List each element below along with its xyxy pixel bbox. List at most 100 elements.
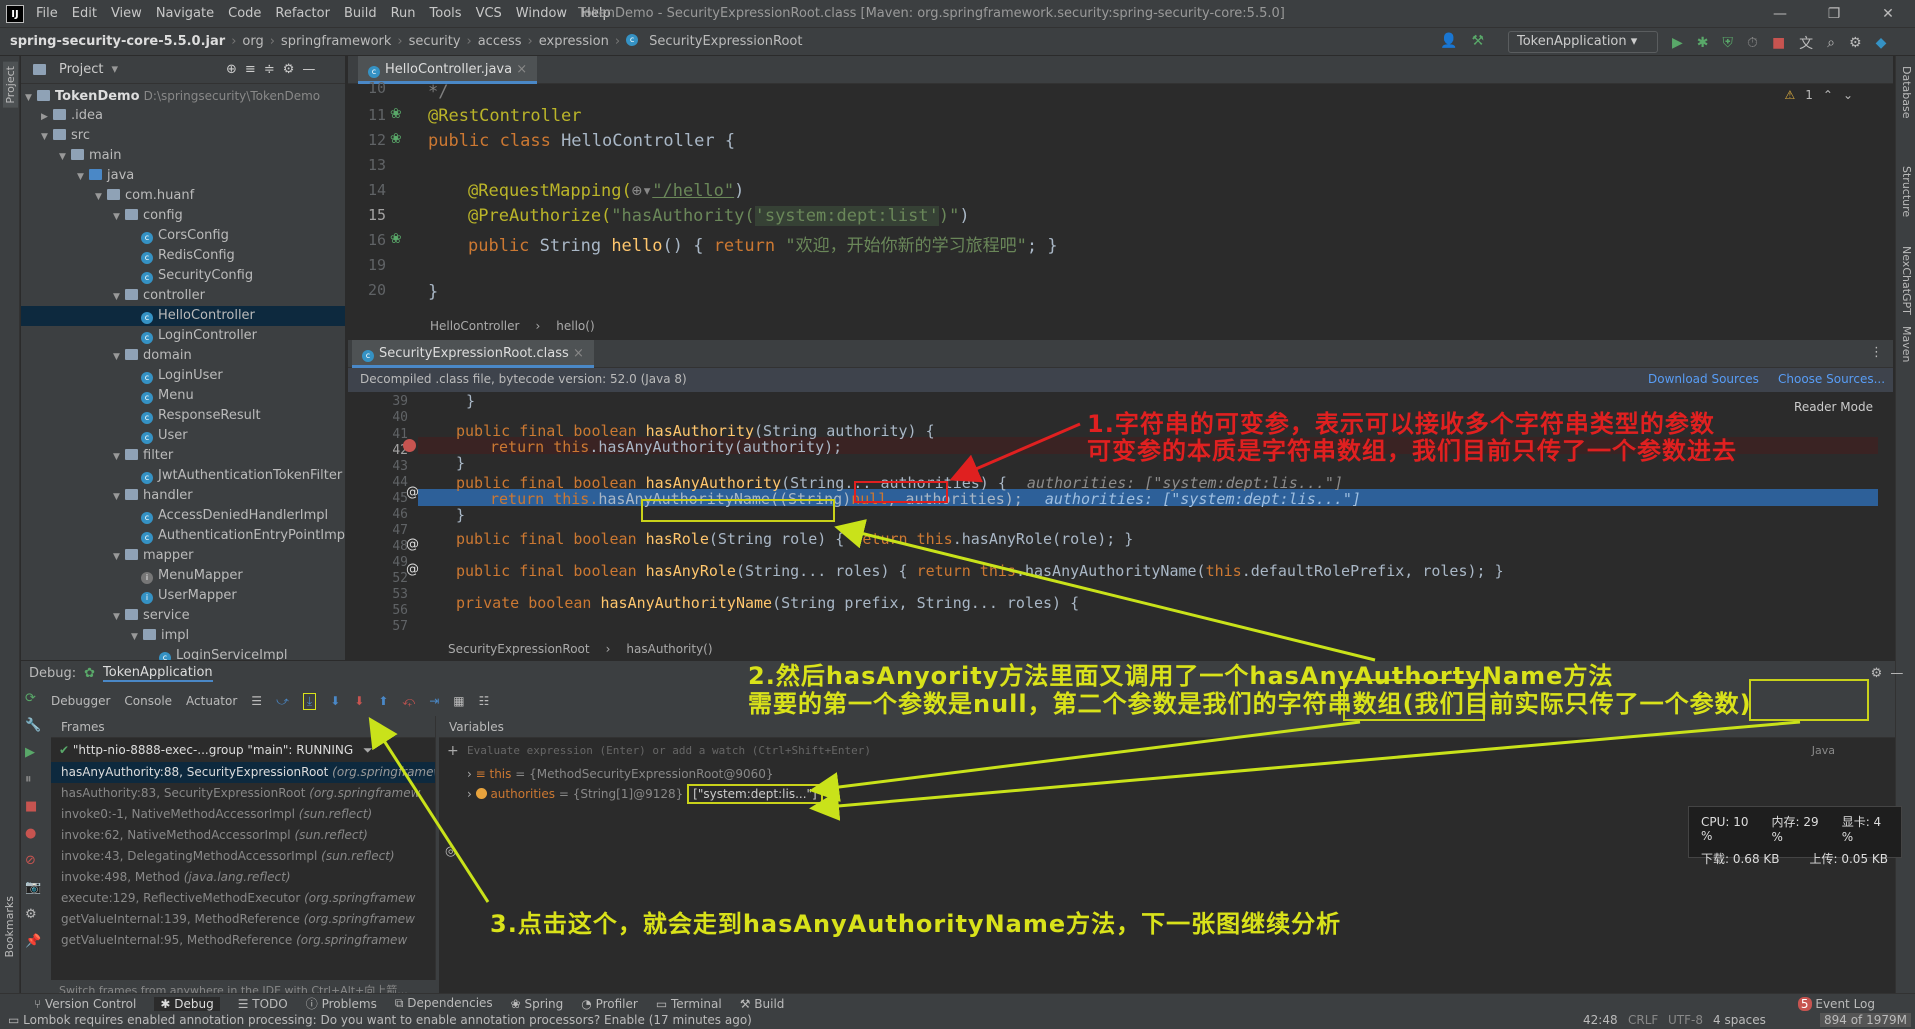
force-step-into-icon[interactable]: ⬇ <box>354 694 364 708</box>
tree-item-java[interactable]: ▼ java <box>77 166 134 186</box>
tab-securityexpressionroot[interactable]: c SecurityExpressionRoot.class × <box>352 340 594 368</box>
filter-icon[interactable]: ⏷ <box>363 743 373 757</box>
tool-debug[interactable]: ✱ Debug <box>154 996 220 1011</box>
close-icon[interactable]: ✕ <box>1861 0 1915 28</box>
menu-file[interactable]: File <box>36 6 58 21</box>
implements-icon[interactable]: @ <box>406 485 419 500</box>
tool-version-control[interactable]: ⑂ Version Control <box>34 997 136 1011</box>
frame-item[interactable]: hasAuthority:83, SecurityExpressionRoot … <box>51 783 435 804</box>
tab-console[interactable]: Console <box>124 694 172 708</box>
menu-refactor[interactable]: Refactor <box>275 6 330 21</box>
frame-item[interactable]: hasAnyAuthority:88, SecurityExpressionRo… <box>51 762 435 783</box>
tree-item-loginuser[interactable]: c LoginUser <box>141 366 223 386</box>
file-encoding[interactable]: UTF-8 <box>1668 1013 1703 1027</box>
add-watch-icon[interactable]: + <box>447 738 459 764</box>
camera-icon[interactable]: 📷 <box>25 880 41 895</box>
tree-item-idea[interactable]: ▶ .idea <box>41 106 103 126</box>
menu-run[interactable]: Run <box>391 6 416 21</box>
show-execution-point-icon[interactable]: ⤻ <box>276 694 289 709</box>
tree-item-corsconfig[interactable]: c CorsConfig <box>141 226 229 246</box>
tree-item-usermapper[interactable]: i UserMapper <box>141 586 237 606</box>
tree-root[interactable]: ▼ TokenDemo D:\springsecurity\TokenDemo <box>25 86 320 106</box>
tree-item-hellocontroller[interactable]: c HelloController <box>21 306 345 326</box>
crumb-method[interactable]: hasAuthority() <box>626 642 712 656</box>
indent-setting[interactable]: 4 spaces <box>1713 1013 1766 1027</box>
tab-debugger[interactable]: Debugger <box>51 694 110 708</box>
gear-icon[interactable]: ⚙ <box>1849 35 1862 51</box>
translate-icon[interactable]: 文 <box>1799 33 1813 53</box>
implements-icon[interactable]: @ <box>406 562 419 577</box>
collapse-all-icon[interactable]: ≑ <box>264 62 275 77</box>
crumb-class[interactable]: SecurityExpressionRoot <box>649 34 802 49</box>
tool-profiler[interactable]: ◔ Profiler <box>581 997 638 1011</box>
run-icon[interactable]: ▶ <box>1672 35 1683 51</box>
menu-window[interactable]: Window <box>516 6 567 21</box>
chevron-down-icon[interactable]: ⌄ <box>1843 88 1853 102</box>
frame-item[interactable]: invoke:43, DelegatingMethodAccessorImpl … <box>51 846 435 867</box>
reader-mode-toggle[interactable]: Reader Mode <box>1794 400 1873 414</box>
tool-terminal[interactable]: ▭ Terminal <box>656 997 722 1011</box>
wrench-icon[interactable]: 🔧 <box>25 718 41 733</box>
pin-icon[interactable]: 📌 <box>25 934 41 949</box>
spring-bean-icon[interactable]: ❀ <box>390 106 402 122</box>
menu-edit[interactable]: Edit <box>72 6 97 21</box>
tool-todo[interactable]: ☰ TODO <box>238 997 288 1011</box>
download-sources-link[interactable]: Download Sources <box>1648 372 1759 386</box>
step-into-icon[interactable]: ⬇ <box>330 694 340 708</box>
restore-icon[interactable]: ❐ <box>1807 0 1861 28</box>
choose-sources-link[interactable]: Choose Sources... <box>1778 372 1885 386</box>
tree-item-mapper[interactable]: ▼ mapper <box>113 546 193 566</box>
menu-view[interactable]: View <box>111 6 142 21</box>
tool-dependencies[interactable]: ⧉ Dependencies <box>395 996 493 1011</box>
frame-item[interactable]: getValueInternal:139, MethodReference (o… <box>51 909 435 930</box>
tree-item-controller[interactable]: ▼ controller <box>113 286 205 306</box>
menu-navigate[interactable]: Navigate <box>156 6 214 21</box>
tree-item-user[interactable]: c User <box>141 426 188 446</box>
debug-bug-icon[interactable]: ✱ <box>1697 35 1709 51</box>
expand-all-icon[interactable]: ≡ <box>245 62 256 77</box>
tree-item-main[interactable]: ▼ main <box>59 146 121 166</box>
menu-code[interactable]: Code <box>228 6 261 21</box>
tab-actuator[interactable]: Actuator <box>186 694 237 708</box>
spring-mapping-icon[interactable]: ❀ <box>390 231 402 247</box>
tree-item-menu[interactable]: c Menu <box>141 386 194 406</box>
tree-item-redisconfig[interactable]: c RedisConfig <box>141 246 235 266</box>
crumb-access[interactable]: access <box>478 34 522 49</box>
spring-bean-icon[interactable]: ❀ <box>390 131 402 147</box>
crumb-springframework[interactable]: springframework <box>281 34 391 49</box>
glasses-icon[interactable]: ◎ <box>445 844 456 859</box>
tree-item-authentrypoint[interactable]: c AuthenticationEntryPointImpl <box>141 526 345 546</box>
run-to-cursor-icon[interactable]: ⇥ <box>429 694 439 708</box>
bookmarks-tool-tab[interactable]: Bookmarks <box>3 896 16 957</box>
tree-item-impl[interactable]: ▼ impl <box>131 626 189 646</box>
tree-item-src[interactable]: ▼ src <box>41 126 90 146</box>
frame-item[interactable]: getValueInternal:95, MethodReference (or… <box>51 930 435 951</box>
drop-frame-icon[interactable]: ⤽ <box>402 694 415 709</box>
step-over-icon[interactable]: ⤓ <box>302 692 317 710</box>
minimize-icon[interactable]: — <box>1753 0 1807 28</box>
crumb-expression[interactable]: expression <box>539 34 609 49</box>
tree-item-service[interactable]: ▼ service <box>113 606 190 626</box>
layout-icon[interactable]: ☰ <box>251 694 262 708</box>
stop-icon[interactable]: ■ <box>25 799 41 814</box>
tree-item-config[interactable]: ▼ config <box>113 206 183 226</box>
tool-spring[interactable]: ❀ Spring <box>511 997 564 1011</box>
tool-problems[interactable]: ⓘ Problems <box>306 995 377 1012</box>
tree-item-package[interactable]: ▼ com.huanf <box>95 186 194 206</box>
crumb-class[interactable]: SecurityExpressionRoot <box>448 642 590 656</box>
menu-vcs[interactable]: VCS <box>476 6 502 21</box>
rerun-icon[interactable]: ⟳ <box>25 691 41 706</box>
evaluate-icon[interactable]: ▦ <box>453 694 464 708</box>
pause-icon[interactable]: ⏸ <box>25 772 41 787</box>
tree-item-domain[interactable]: ▼ domain <box>113 346 192 366</box>
step-out-icon[interactable]: ⬆ <box>378 694 388 708</box>
structure-tool-tab[interactable]: Structure <box>1900 166 1913 217</box>
inspection-widget[interactable]: ⚠ 1 ⌃ ⌄ <box>1784 88 1853 102</box>
tree-item-logincontroller[interactable]: c LoginController <box>141 326 257 346</box>
tree-item-responseresult[interactable]: c ResponseResult <box>141 406 261 426</box>
user-icon[interactable]: 👤 <box>1440 33 1457 49</box>
plugin-icon[interactable]: ◆ <box>1876 35 1887 51</box>
view-breakpoints-icon[interactable]: ● <box>25 826 41 841</box>
tree-item-jwtfilter[interactable]: c JwtAuthenticationTokenFilter <box>141 466 342 486</box>
hide-icon[interactable]: — <box>1890 666 1903 681</box>
